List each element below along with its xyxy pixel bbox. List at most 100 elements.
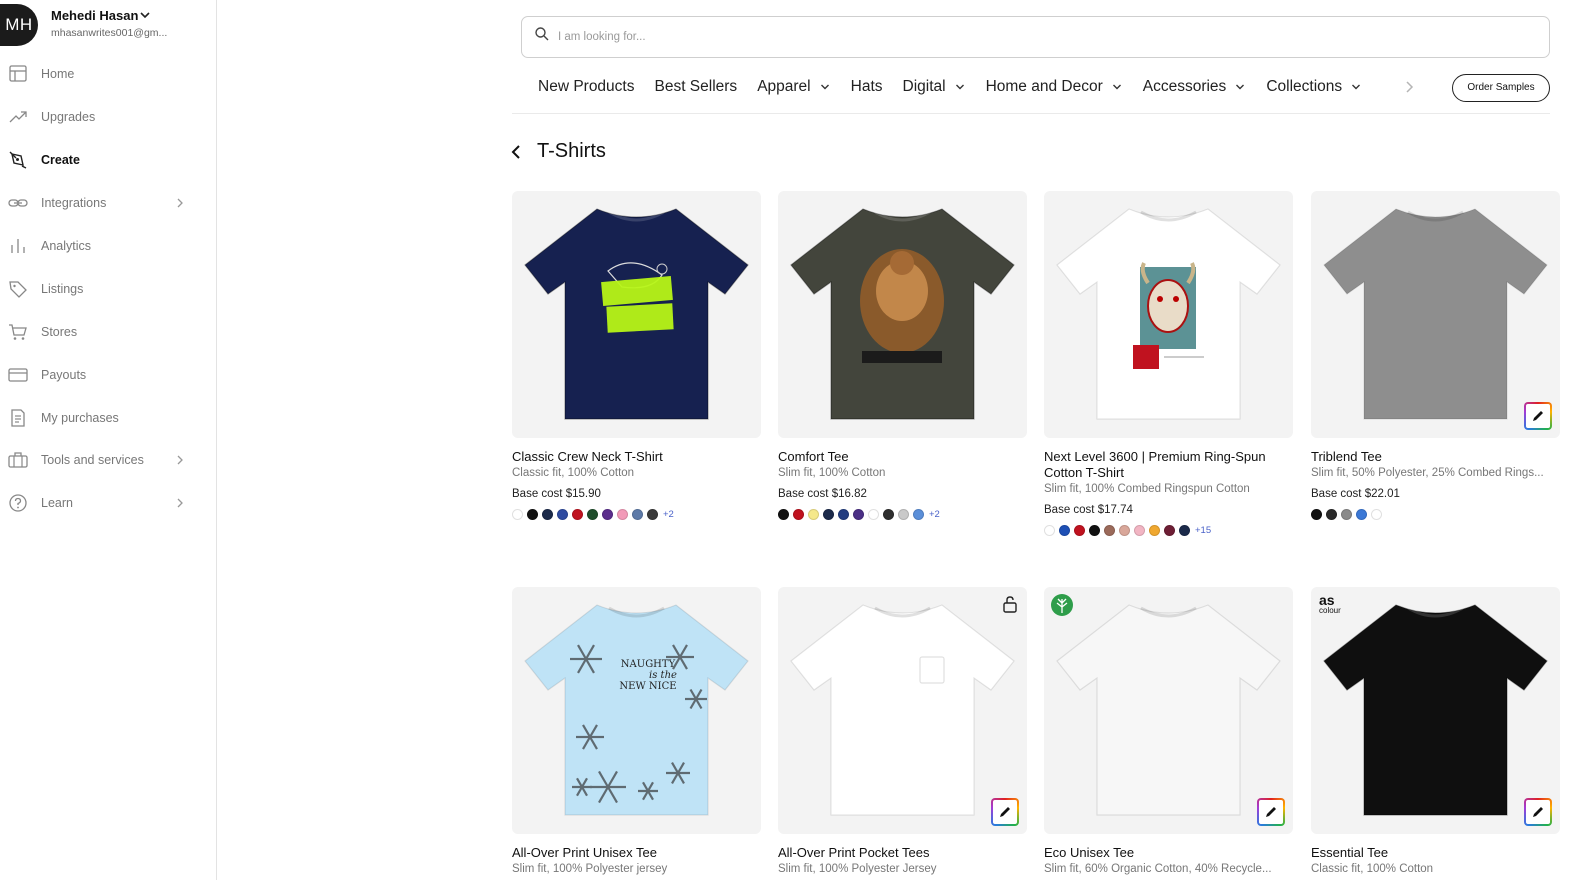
chevron-right-icon[interactable] [1404,80,1414,94]
product-image[interactable] [512,191,761,438]
product-base-cost: Base cost $22.01 [1311,488,1400,500]
sidebar-item-home[interactable]: Home [0,57,217,91]
color-swatch[interactable] [572,508,583,520]
product-image[interactable] [778,191,1027,438]
chevron-down-icon[interactable] [139,10,151,20]
color-swatch[interactable] [1059,524,1070,536]
category-digital[interactable]: Digital [903,78,966,96]
color-swatch[interactable] [617,508,628,520]
sidebar-item-my-purchases[interactable]: My purchases [0,401,217,435]
color-swatch[interactable] [587,508,598,520]
color-swatch[interactable] [1149,524,1160,536]
product-image[interactable] [1311,191,1560,438]
color-swatch[interactable] [1044,524,1055,536]
category-collections[interactable]: Collections [1266,78,1362,96]
color-swatch[interactable] [1074,524,1085,536]
sidebar-item-analytics[interactable]: Analytics [0,229,217,263]
brand-logo-line: colour [1319,606,1341,615]
edit-design-button[interactable] [991,798,1019,826]
profile-menu[interactable]: MH Mehedi Hasan mhasanwrites001@gm... [0,4,217,46]
color-swatch[interactable] [1104,524,1115,536]
category-apparel[interactable]: Apparel [757,78,830,96]
category-home-and-decor[interactable]: Home and Decor [986,78,1123,96]
color-swatch[interactable] [1356,508,1367,520]
sidebar-item-payouts[interactable]: Payouts [0,358,217,392]
sidebar-item-listings[interactable]: Listings [0,272,217,306]
color-swatch[interactable] [778,508,789,520]
sidebar-item-tools-and-services[interactable]: Tools and services [0,443,217,477]
product-name[interactable]: All-Over Print Unisex Tee [512,845,761,861]
pencil-icon [1533,411,1543,421]
unlock-icon[interactable] [1002,595,1018,613]
edit-design-button[interactable] [1257,798,1285,826]
color-swatch[interactable] [913,508,924,520]
color-swatch[interactable] [602,508,613,520]
category-accessories[interactable]: Accessories [1143,78,1247,96]
print-text: NAUGHTY is the NEW NICE [602,659,694,692]
tshirt-image [1323,604,1548,816]
product-image[interactable]: NAUGHTY is the NEW NICE [512,587,761,834]
product-name[interactable]: Triblend Tee [1311,449,1560,465]
product-name[interactable]: Classic Crew Neck T-Shirt [512,449,761,465]
product-name[interactable]: Next Level 3600 | Premium Ring-Spun Cott… [1044,449,1293,481]
pencil-icon [1533,807,1543,817]
color-swatch[interactable] [793,508,804,520]
search-input[interactable] [558,26,1458,48]
more-colors-count[interactable]: +15 [1195,525,1211,536]
sidebar-item-label: Integrations [41,196,107,210]
color-swatch[interactable] [823,508,834,520]
color-swatch[interactable] [1311,508,1322,520]
color-swatch[interactable] [1134,524,1145,536]
product-image[interactable] [1044,191,1293,438]
sidebar-item-integrations[interactable]: Integrations [0,186,217,220]
chevron-down-icon [1112,84,1121,90]
edit-design-button[interactable] [1524,402,1552,430]
back-arrow-icon[interactable] [508,142,526,162]
category-label: Home and Decor [985,78,1103,95]
color-swatch[interactable] [838,508,849,520]
chevron-down-icon [820,84,829,90]
product-image[interactable] [778,587,1027,834]
sidebar-item-upgrades[interactable]: Upgrades [0,100,217,134]
color-swatch[interactable] [883,508,894,520]
product-description: Slim fit, 100% Cotton [778,467,886,479]
color-swatch[interactable] [898,508,909,520]
color-swatch[interactable] [1164,524,1175,536]
product-image[interactable]: as colour [1311,587,1560,834]
color-swatch[interactable] [647,508,658,520]
pen-tool-icon [9,151,27,169]
color-swatch[interactable] [1119,524,1130,536]
color-swatch[interactable] [1179,524,1190,536]
color-swatch[interactable] [1089,524,1100,536]
category-best-sellers[interactable]: Best Sellers [654,78,737,96]
color-swatch[interactable] [527,508,538,520]
order-samples-button[interactable]: Order Samples [1452,74,1550,102]
category-hats[interactable]: Hats [851,78,883,96]
color-swatch[interactable] [1341,508,1352,520]
color-swatch[interactable] [1371,508,1382,520]
more-colors-count[interactable]: +2 [663,509,674,520]
sidebar-item-stores[interactable]: Stores [0,315,217,349]
category-new-products[interactable]: New Products [538,78,634,96]
product-name[interactable]: Eco Unisex Tee [1044,845,1293,861]
color-swatch[interactable] [632,508,643,520]
color-swatch[interactable] [868,508,879,520]
color-swatch[interactable] [853,508,864,520]
color-swatches: +2 [778,508,940,520]
sidebar-item-label: Listings [41,282,84,296]
more-colors-count[interactable]: +2 [929,509,940,520]
tshirt-image [524,208,749,420]
color-swatch[interactable] [808,508,819,520]
product-name[interactable]: Essential Tee [1311,845,1560,861]
color-swatch[interactable] [1326,508,1337,520]
sidebar-item-create[interactable]: Create [0,143,217,177]
color-swatch[interactable] [557,508,568,520]
color-swatch[interactable] [542,508,553,520]
product-name[interactable]: All-Over Print Pocket Tees [778,845,1027,861]
edit-design-button[interactable] [1524,798,1552,826]
trend-up-icon [9,111,27,123]
product-image[interactable] [1044,587,1293,834]
color-swatch[interactable] [512,508,523,520]
sidebar-item-learn[interactable]: Learn [0,486,217,520]
product-name[interactable]: Comfort Tee [778,449,1027,465]
